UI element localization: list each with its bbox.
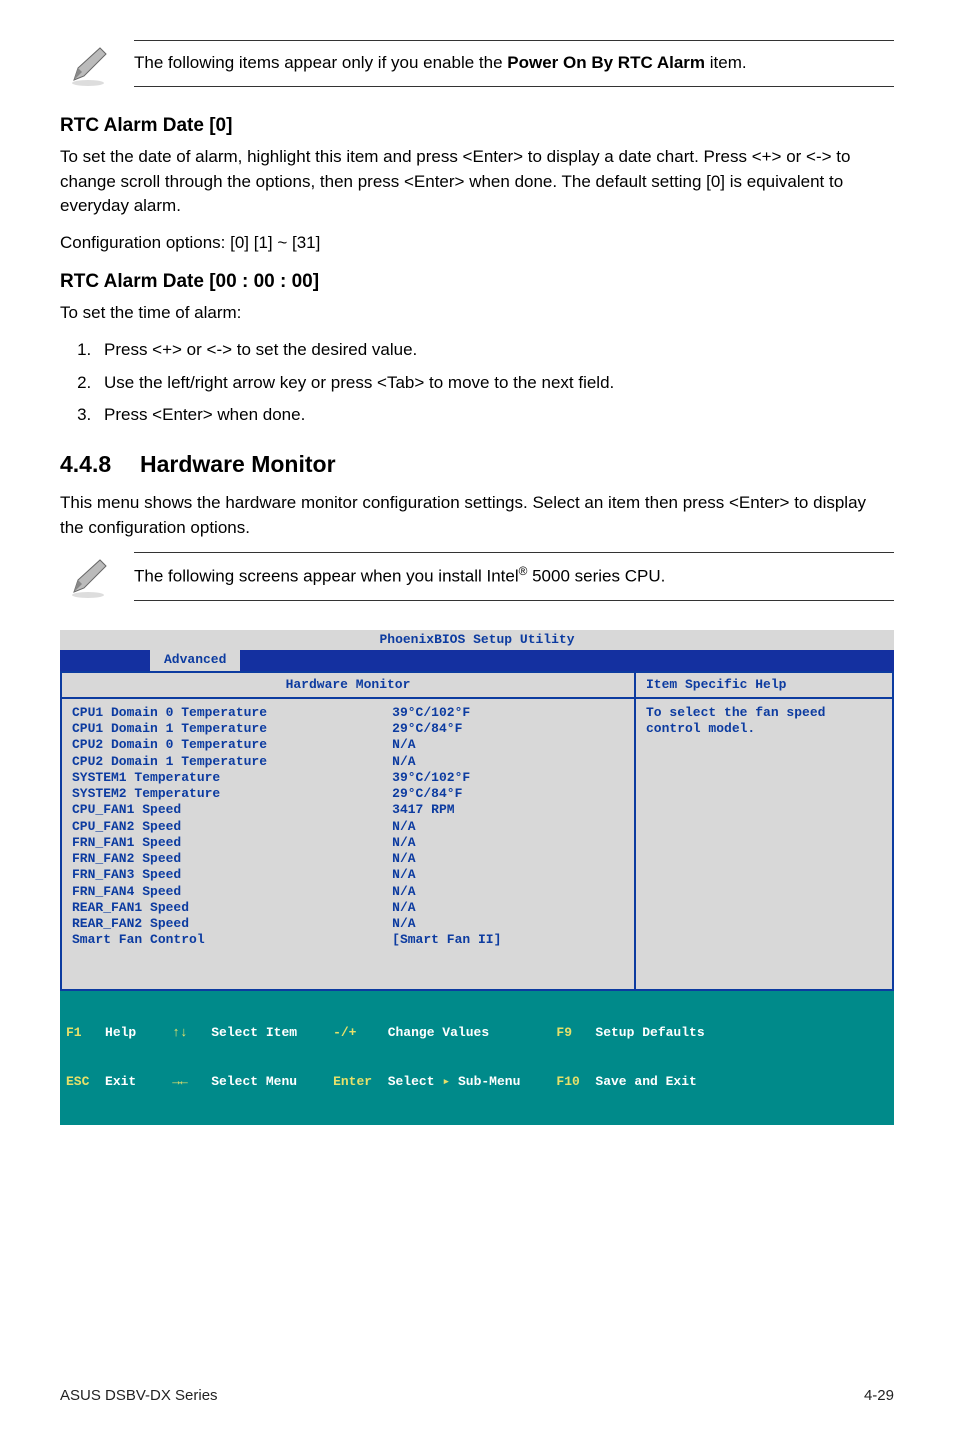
footer-right: 4-29	[864, 1385, 894, 1407]
bios-row: REAR_FAN2 SpeedN/A	[72, 916, 624, 932]
step-3: Press <Enter> when done.	[96, 403, 894, 428]
rtc-alarm-date-desc: To set the date of alarm, highlight this…	[60, 145, 894, 219]
bios-row: CPU_FAN2 SpeedN/A	[72, 819, 624, 835]
bios-row: CPU_FAN1 Speed3417 RPM	[72, 802, 624, 818]
bios-row: SYSTEM1 Temperature39°C/102°F	[72, 770, 624, 786]
bios-left-panel: Hardware Monitor CPU1 Domain 0 Temperatu…	[60, 673, 634, 991]
bios-tab-advanced: Advanced	[150, 650, 240, 670]
bios-row: CPU1 Domain 1 Temperature29°C/84°F	[72, 721, 624, 737]
step-2: Use the left/right arrow key or press <T…	[96, 371, 894, 396]
rtc-alarm-time-heading: RTC Alarm Date [00 : 00 : 00]	[60, 268, 894, 296]
pencil-icon	[60, 40, 116, 96]
bios-row: REAR_FAN1 SpeedN/A	[72, 900, 624, 916]
bios-row: Smart Fan Control[Smart Fan II]	[72, 932, 624, 948]
bios-row: FRN_FAN4 SpeedN/A	[72, 884, 624, 900]
rtc-alarm-date-heading: RTC Alarm Date [0]	[60, 112, 894, 140]
rtc-alarm-time-desc: To set the time of alarm:	[60, 301, 894, 326]
step-1: Press <+> or <-> to set the desired valu…	[96, 338, 894, 363]
bios-row: SYSTEM2 Temperature29°C/84°F	[72, 786, 624, 802]
note-text: The following screens appear when you in…	[134, 552, 894, 600]
bios-row: FRN_FAN2 SpeedN/A	[72, 851, 624, 867]
bios-row: FRN_FAN1 SpeedN/A	[72, 835, 624, 851]
bios-footer: F1 Help ESC Exit ↑↓ Select Item →← Selec…	[60, 991, 894, 1125]
bios-help-panel: Item Specific Help To select the fan spe…	[634, 673, 894, 991]
bios-panel-title: Hardware Monitor	[62, 673, 634, 699]
bios-help-title: Item Specific Help	[636, 673, 892, 699]
page-footer: ASUS DSBV-DX Series 4-29	[60, 1385, 894, 1407]
bios-row: CPU1 Domain 0 Temperature39°C/102°F	[72, 705, 624, 721]
bios-menubar: Advanced	[60, 650, 894, 670]
bios-row: CPU2 Domain 0 TemperatureN/A	[72, 737, 624, 753]
note-power-on-rtc: The following items appear only if you e…	[60, 40, 894, 96]
section-heading: 4.4.8Hardware Monitor	[60, 448, 894, 481]
note-intel-5000: The following screens appear when you in…	[60, 552, 894, 608]
steps-list: Press <+> or <-> to set the desired valu…	[60, 338, 894, 428]
bios-row: FRN_FAN3 SpeedN/A	[72, 867, 624, 883]
note-text: The following items appear only if you e…	[134, 40, 894, 87]
footer-left: ASUS DSBV-DX Series	[60, 1385, 218, 1407]
bios-screenshot: PhoenixBIOS Setup Utility Advanced Hardw…	[60, 630, 894, 1125]
section-desc: This menu shows the hardware monitor con…	[60, 491, 894, 540]
bios-rows: CPU1 Domain 0 Temperature39°C/102°F CPU1…	[62, 699, 634, 989]
bios-row: CPU2 Domain 1 TemperatureN/A	[72, 754, 624, 770]
bios-help-text: To select the fan speed control model.	[636, 699, 892, 744]
bios-title: PhoenixBIOS Setup Utility	[60, 630, 894, 650]
rtc-alarm-date-options: Configuration options: [0] [1] ~ [31]	[60, 231, 894, 256]
pencil-icon	[60, 552, 116, 608]
